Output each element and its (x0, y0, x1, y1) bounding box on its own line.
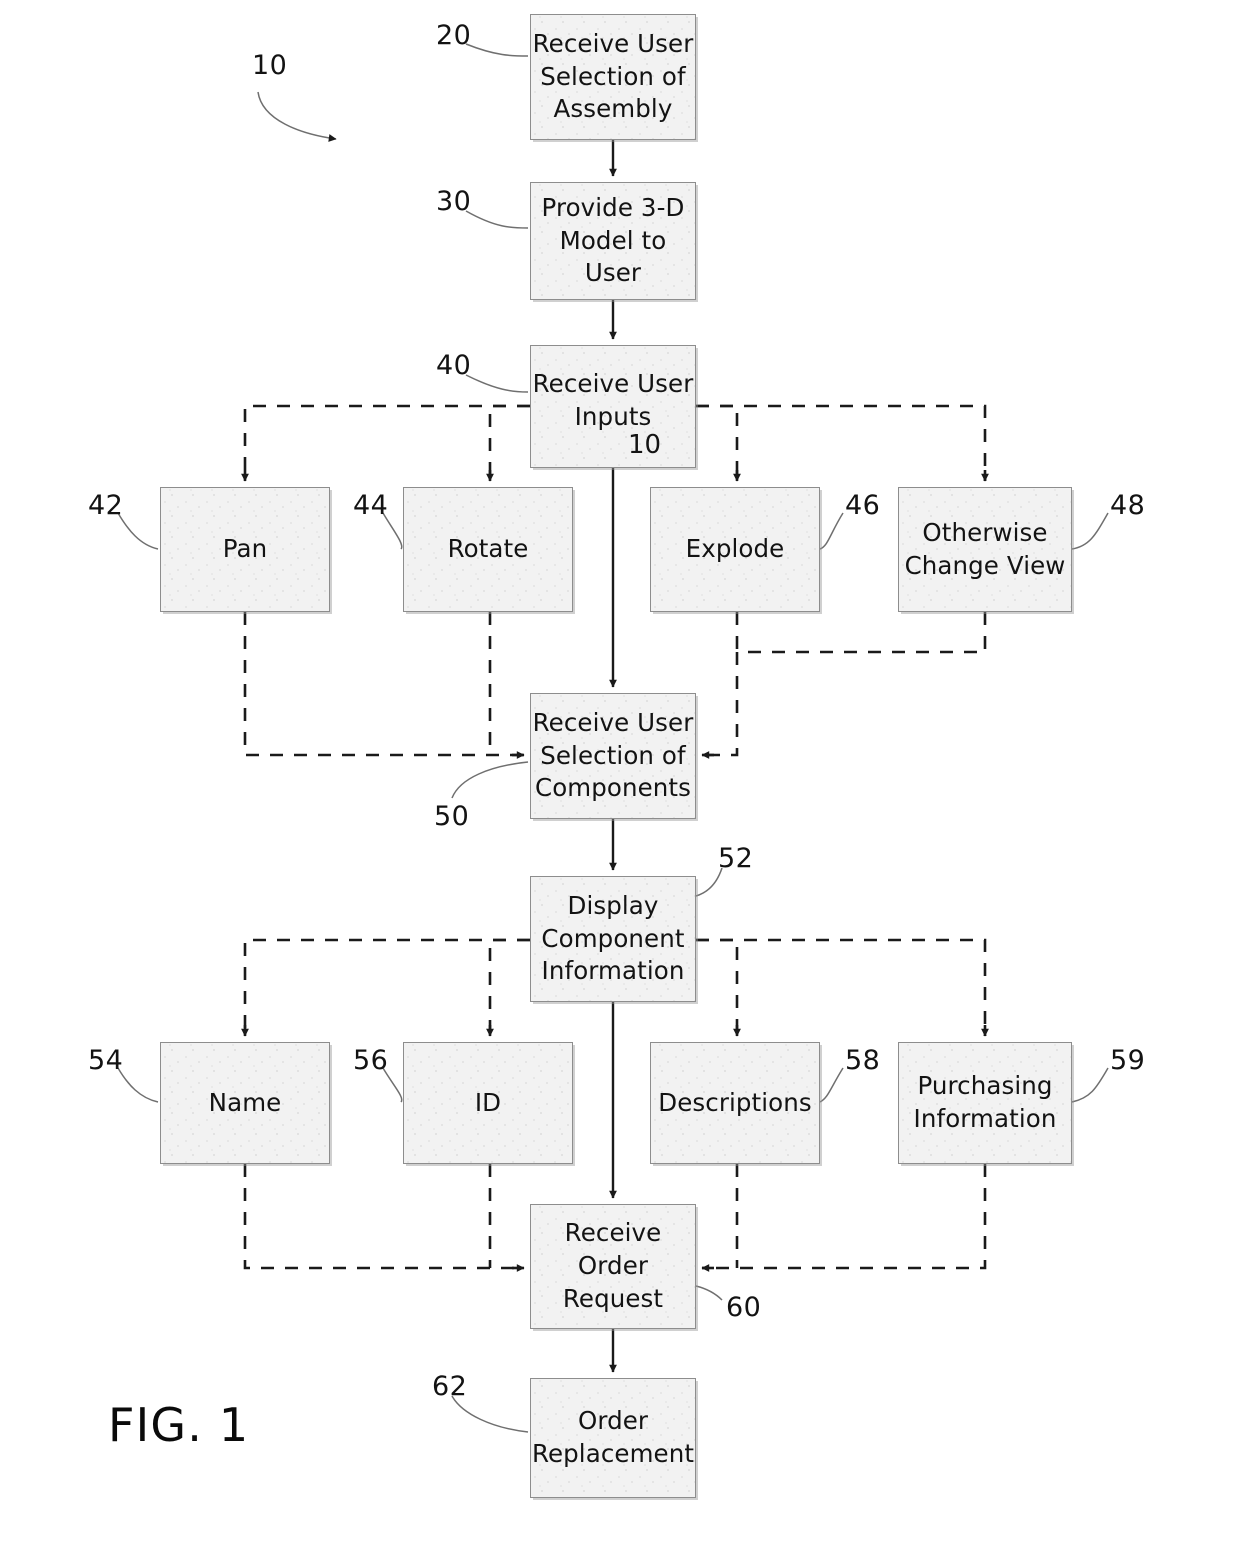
ref-20: 20 (436, 20, 472, 51)
leader-58 (819, 1067, 844, 1103)
figure-canvas: Receive User Selection of Assembly Provi… (0, 0, 1240, 1556)
bus-display-left2 (488, 938, 530, 1036)
node-id[interactable]: ID (403, 1042, 573, 1164)
bus-inputs-left (243, 404, 530, 481)
leader-30 (465, 210, 529, 229)
node-label: Rotate (447, 534, 529, 564)
node-provide-3d-model-to-user[interactable]: Provide 3-D Model to User (530, 182, 696, 300)
leader-20 (465, 43, 529, 57)
leader-46 (819, 512, 844, 550)
node-label: Descriptions (658, 1087, 812, 1117)
node-order-replacement[interactable]: Order Replacement (530, 1378, 696, 1498)
node-otherwise-change-view[interactable]: Otherwise Change View (898, 487, 1072, 612)
bus-inputs-right (696, 404, 739, 481)
node-label: Provide 3-D Model to User (541, 192, 685, 288)
ref-10-overall: 10 (252, 50, 288, 81)
node-label: Receive Order Request (562, 1218, 664, 1313)
leader-54 (117, 1067, 159, 1103)
node-label: Explode (685, 534, 785, 564)
node-descriptions[interactable]: Descriptions (650, 1042, 820, 1164)
leader-40 (465, 374, 529, 393)
bus-display-right (696, 938, 739, 1036)
ref-59: 59 (1110, 1045, 1146, 1076)
leader-10-overall (257, 91, 337, 142)
node-label: Display Component Information (541, 890, 685, 986)
node-rotate[interactable]: Rotate (403, 487, 573, 612)
bus-otherwise-return (702, 612, 987, 757)
ref-60: 60 (726, 1292, 762, 1323)
bus-display-right2 (696, 938, 987, 1036)
ref-44: 44 (353, 490, 389, 521)
node-inner-ref-10: 10 (628, 430, 662, 460)
node-label: Receive User Selection of Components (532, 707, 694, 803)
node-receive-user-inputs[interactable]: Receive User Inputs (530, 345, 696, 468)
ref-48: 48 (1110, 490, 1146, 521)
ref-42: 42 (88, 490, 124, 521)
ref-62: 62 (432, 1371, 468, 1402)
leader-59 (1071, 1067, 1109, 1103)
bus-inputs-left2 (488, 404, 530, 481)
node-label: Receive User Inputs (532, 369, 694, 431)
leader-60 (695, 1285, 723, 1301)
ref-50: 50 (434, 801, 470, 832)
ref-56: 56 (353, 1045, 389, 1076)
leader-42 (117, 512, 159, 550)
leader-48 (1071, 512, 1109, 550)
node-purchasing-information[interactable]: Purchasing Information (898, 1042, 1072, 1164)
ref-54: 54 (88, 1045, 124, 1076)
node-pan[interactable]: Pan (160, 487, 330, 612)
node-receive-user-selection-of-assembly[interactable]: Receive User Selection of Assembly (530, 14, 696, 140)
node-label: Order Replacement (531, 1406, 695, 1468)
bus-pan-return (243, 612, 524, 757)
ref-46: 46 (845, 490, 881, 521)
bus-purchasing-return (702, 1164, 987, 1270)
node-name[interactable]: Name (160, 1042, 330, 1164)
ref-30: 30 (436, 186, 472, 217)
ref-52: 52 (718, 843, 754, 874)
bus-inputs-right2 (696, 404, 987, 481)
node-label: Otherwise Change View (904, 517, 1066, 580)
node-receive-user-selection-of-components[interactable]: Receive User Selection of Components (530, 693, 696, 819)
node-label: Pan (222, 534, 268, 564)
node-label: Receive User Selection of Assembly (532, 28, 694, 124)
node-label: ID (474, 1087, 502, 1117)
ref-40: 40 (436, 350, 472, 381)
bus-display-left (243, 938, 530, 1036)
node-display-component-information[interactable]: Display Component Information (530, 876, 696, 1002)
node-label: Purchasing Information (913, 1071, 1057, 1133)
ref-58: 58 (845, 1045, 881, 1076)
figure-label: FIG. 1 (108, 1398, 250, 1452)
node-label: Name (208, 1087, 282, 1117)
node-receive-order-request[interactable]: Receive Order Request (530, 1204, 696, 1329)
node-explode[interactable]: Explode (650, 487, 820, 612)
bus-name-return (243, 1164, 524, 1270)
leader-50 (451, 761, 529, 799)
